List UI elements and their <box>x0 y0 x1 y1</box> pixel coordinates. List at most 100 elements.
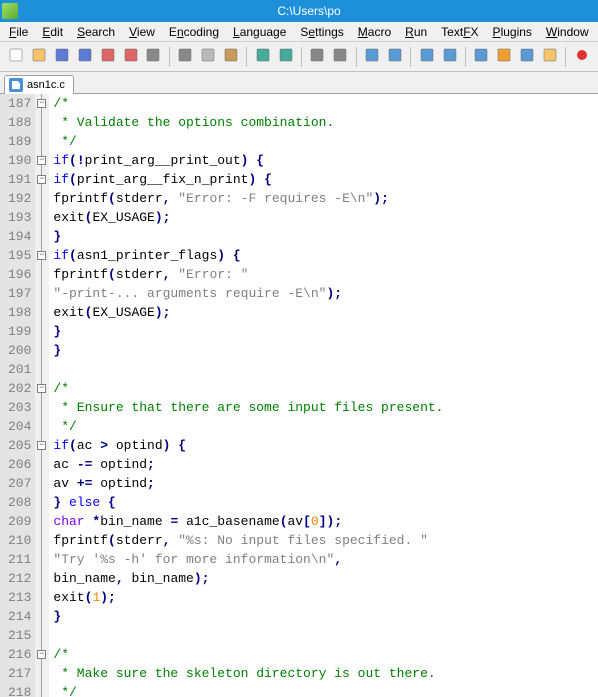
code-line[interactable]: } <box>53 227 598 246</box>
tab-label: asn1c.c <box>27 79 65 91</box>
cut-icon <box>177 47 193 66</box>
fold-toggle[interactable]: − <box>37 251 46 260</box>
code-line[interactable]: * Ensure that there are some input files… <box>53 398 598 417</box>
code-line[interactable]: * Make sure the skeleton directory is ou… <box>53 664 598 683</box>
sync-h-button[interactable] <box>439 46 460 68</box>
code-line[interactable]: * Validate the options combination. <box>53 113 598 132</box>
line-number: 198 <box>8 303 31 322</box>
show-all-button[interactable] <box>494 46 515 68</box>
line-number: 200 <box>8 341 31 360</box>
code-line[interactable]: fprintf(stderr, "Error: " <box>53 265 598 284</box>
code-line[interactable]: fprintf(stderr, "%s: No input files spec… <box>53 531 598 550</box>
replace-button[interactable] <box>330 46 351 68</box>
code-line[interactable]: */ <box>53 132 598 151</box>
menu-language[interactable]: Language <box>226 23 293 41</box>
record-button[interactable] <box>571 46 592 68</box>
code-line[interactable]: fprintf(stderr, "Error: -F requires -E\n… <box>53 189 598 208</box>
code-line[interactable]: /* <box>53 645 598 664</box>
paste-button[interactable] <box>221 46 242 68</box>
menu-settings[interactable]: Settings <box>293 23 350 41</box>
fold-toggle[interactable]: − <box>37 384 46 393</box>
code-line[interactable]: /* <box>53 379 598 398</box>
save-all-button[interactable] <box>75 46 96 68</box>
wrap-button[interactable] <box>471 46 492 68</box>
code-line[interactable]: /* <box>53 94 598 113</box>
close-button[interactable] <box>97 46 118 68</box>
fold-toggle[interactable]: − <box>37 175 46 184</box>
line-number: 213 <box>8 588 31 607</box>
zoom-out-button[interactable] <box>384 46 405 68</box>
code-line[interactable]: exit(EX_USAGE); <box>53 208 598 227</box>
save-button[interactable] <box>52 46 73 68</box>
fold-toggle[interactable]: − <box>37 99 46 108</box>
fold-toggle[interactable]: − <box>37 156 46 165</box>
menu-plugins[interactable]: Plugins <box>486 23 539 41</box>
folder-margin-icon <box>542 47 558 66</box>
show-all-icon <box>496 47 512 66</box>
undo-button[interactable] <box>252 46 273 68</box>
close-all-button[interactable] <box>120 46 141 68</box>
menu-file[interactable]: File <box>2 23 35 41</box>
menu-view[interactable]: View <box>122 23 162 41</box>
replace-icon <box>332 47 348 66</box>
line-number: 210 <box>8 531 31 550</box>
code-line[interactable]: if(print_arg__fix_n_print) { <box>53 170 598 189</box>
code-line[interactable]: bin_name, bin_name); <box>53 569 598 588</box>
open-file-button[interactable] <box>29 46 50 68</box>
copy-button[interactable] <box>198 46 219 68</box>
line-number: 216 <box>8 645 31 664</box>
code-line[interactable]: if(ac > optind) { <box>53 436 598 455</box>
code-line[interactable]: exit(EX_USAGE); <box>53 303 598 322</box>
fold-toggle[interactable]: − <box>37 441 46 450</box>
code-line[interactable]: } <box>53 607 598 626</box>
folder-margin-button[interactable] <box>539 46 560 68</box>
print-button[interactable] <box>143 46 164 68</box>
code-line[interactable]: */ <box>53 683 598 697</box>
close-icon <box>100 47 116 66</box>
find-button[interactable] <box>307 46 328 68</box>
code-line[interactable]: */ <box>53 417 598 436</box>
code-line[interactable]: exit(1); <box>53 588 598 607</box>
redo-button[interactable] <box>275 46 296 68</box>
code-line[interactable]: "Try '%s -h' for more information\n", <box>53 550 598 569</box>
code-line[interactable]: "-print-... arguments require -E\n"); <box>53 284 598 303</box>
code-line[interactable]: av += optind; <box>53 474 598 493</box>
find-icon <box>309 47 325 66</box>
cut-button[interactable] <box>175 46 196 68</box>
zoom-in-button[interactable] <box>362 46 383 68</box>
zoom-in-icon <box>364 47 380 66</box>
line-number: 193 <box>8 208 31 227</box>
code-area[interactable]: /* * Validate the options combination. *… <box>49 94 598 697</box>
code-line[interactable]: char *bin_name = a1c_basename(av[0]); <box>53 512 598 531</box>
menu-textfx[interactable]: TextFX <box>434 23 485 41</box>
line-number: 212 <box>8 569 31 588</box>
menu-window[interactable]: Window <box>539 23 596 41</box>
line-number: 195 <box>8 246 31 265</box>
tab-asn1c[interactable]: asn1c.c <box>4 75 74 94</box>
line-number: 218 <box>8 683 31 697</box>
code-line[interactable]: if(!print_arg__print_out) { <box>53 151 598 170</box>
menu-encoding[interactable]: Encoding <box>162 23 226 41</box>
indent-guide-button[interactable] <box>517 46 538 68</box>
sync-h-icon <box>442 47 458 66</box>
code-line[interactable]: if(asn1_printer_flags) { <box>53 246 598 265</box>
code-line[interactable]: } <box>53 322 598 341</box>
code-line[interactable]: ac -= optind; <box>53 455 598 474</box>
menu-macro[interactable]: Macro <box>351 23 398 41</box>
toolbar <box>0 42 598 72</box>
code-line[interactable] <box>53 360 598 379</box>
editor[interactable]: 1871881891901911921931941951961971981992… <box>0 94 598 697</box>
menu-search[interactable]: Search <box>70 23 122 41</box>
line-number: 204 <box>8 417 31 436</box>
fold-toggle[interactable]: − <box>37 650 46 659</box>
menu-run[interactable]: Run <box>398 23 434 41</box>
code-line[interactable] <box>53 626 598 645</box>
new-file-button[interactable] <box>6 46 27 68</box>
code-line[interactable]: } else { <box>53 493 598 512</box>
code-line[interactable]: } <box>53 341 598 360</box>
line-number: 189 <box>8 132 31 151</box>
menu-edit[interactable]: Edit <box>35 23 70 41</box>
line-number: 207 <box>8 474 31 493</box>
sync-v-button[interactable] <box>416 46 437 68</box>
sync-v-icon <box>419 47 435 66</box>
